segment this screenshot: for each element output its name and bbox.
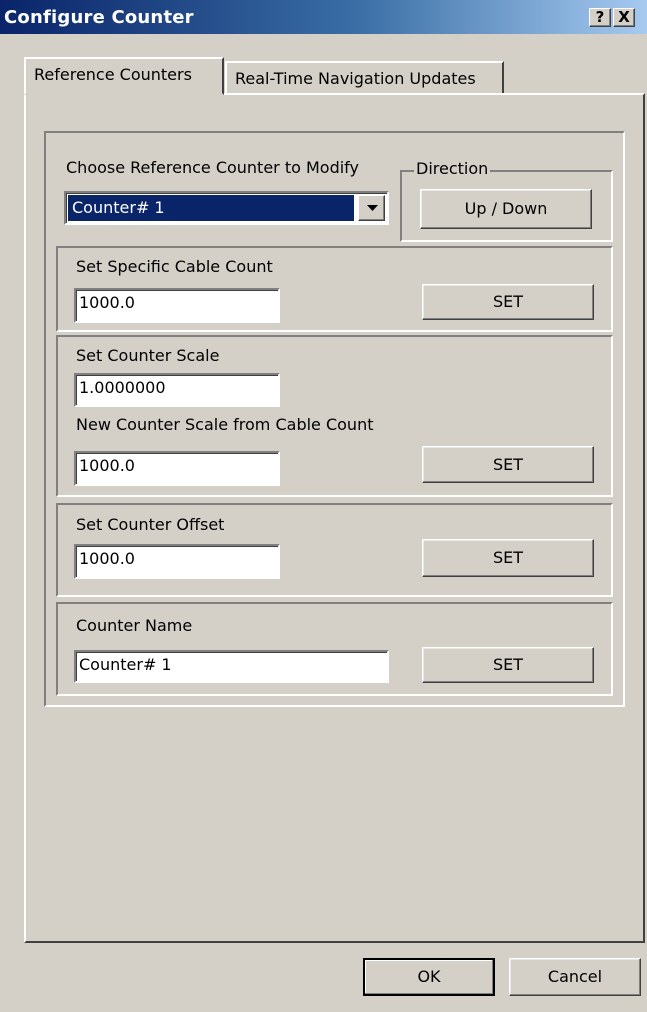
close-button[interactable]: X xyxy=(613,8,635,27)
set-counter-offset-button[interactable]: SET xyxy=(422,539,594,577)
tab-reference-counters[interactable]: Reference Counters xyxy=(24,57,224,95)
cancel-label: Cancel xyxy=(547,967,603,986)
help-button[interactable]: ? xyxy=(589,8,611,27)
direction-legend: Direction xyxy=(414,159,491,178)
up-down-label: Up / Down xyxy=(464,199,548,218)
counter-offset-input[interactable]: 1000.0 xyxy=(74,544,280,579)
window-title: Configure Counter xyxy=(4,7,194,28)
set-label: SET xyxy=(492,548,524,567)
ok-label: OK xyxy=(417,967,441,986)
set-label: SET xyxy=(492,455,524,474)
title-bar[interactable]: Configure Counter ? X xyxy=(0,0,647,34)
tab-label: Real-Time Navigation Updates xyxy=(235,69,476,88)
chevron-down-icon xyxy=(367,205,378,211)
set-cable-count-button[interactable]: SET xyxy=(422,284,594,320)
set-counter-scale-button[interactable]: SET xyxy=(422,446,594,483)
cancel-button[interactable]: Cancel xyxy=(509,958,641,996)
set-label: SET xyxy=(492,292,524,311)
ok-button[interactable]: OK xyxy=(363,958,495,996)
counter-name-label: Counter Name xyxy=(76,616,193,635)
counter-name-input[interactable]: Counter# 1 xyxy=(74,650,389,683)
counter-offset-label: Set Counter Offset xyxy=(76,515,225,534)
counter-scale-input[interactable]: 1.0000000 xyxy=(74,373,280,407)
tab-label: Reference Counters xyxy=(34,65,192,84)
counter-select-value: Counter# 1 xyxy=(67,194,355,222)
new-scale-from-cable-input[interactable]: 1000.0 xyxy=(74,451,280,486)
choose-counter-label: Choose Reference Counter to Modify xyxy=(66,158,359,177)
dropdown-button[interactable] xyxy=(358,195,385,221)
tab-real-time-navigation-updates[interactable]: Real-Time Navigation Updates xyxy=(225,61,504,95)
up-down-button[interactable]: Up / Down xyxy=(420,189,592,229)
set-counter-name-button[interactable]: SET xyxy=(422,647,594,683)
cable-count-input[interactable]: 1000.0 xyxy=(74,288,280,323)
cable-count-label: Set Specific Cable Count xyxy=(76,257,273,276)
new-scale-from-cable-label: New Counter Scale from Cable Count xyxy=(76,415,374,434)
counter-select[interactable]: Counter# 1 xyxy=(64,191,389,225)
set-label: SET xyxy=(492,655,524,674)
counter-scale-label: Set Counter Scale xyxy=(76,346,220,365)
